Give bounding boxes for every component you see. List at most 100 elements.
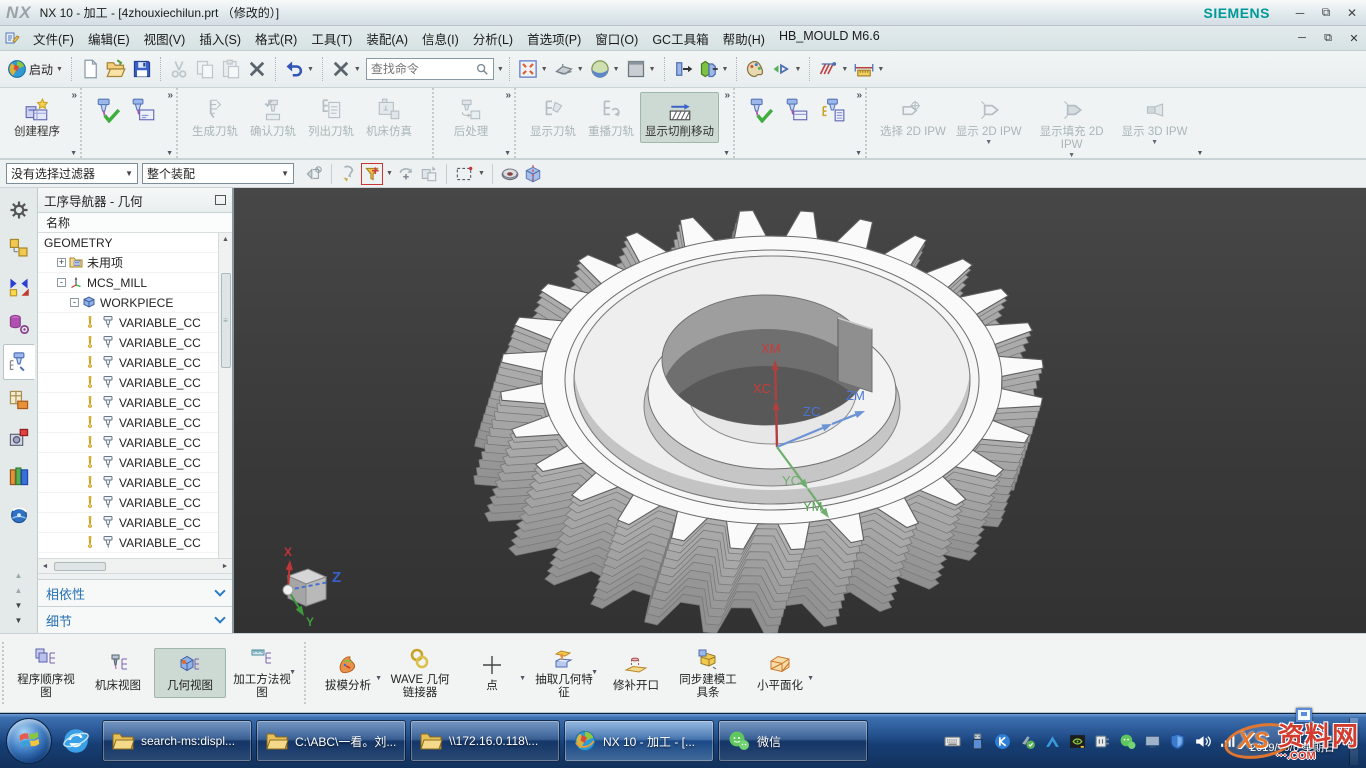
selection-filter-dropdown[interactable]: 没有选择过滤器▼ [6,163,138,184]
taskbar-button-4[interactable]: 微信 [718,720,868,762]
internet-explorer-button[interactable] [56,720,96,762]
menu-item-1[interactable]: 编辑(E) [81,27,137,50]
tree-row[interactable]: VARIABLE_CC [38,353,218,373]
cut-button[interactable] [166,56,192,82]
clip-box-icon[interactable] [523,164,543,184]
show-hide-button[interactable]: ▼ [768,56,804,82]
orient-view-button[interactable]: ▼ [551,56,587,82]
menu-item-2[interactable]: 视图(V) [137,27,193,50]
delete-button[interactable] [244,56,270,82]
fit-view-button[interactable]: ▼ [515,56,551,82]
view-button-vb-method[interactable]: 加工方法视图▼ [226,642,298,705]
start-button[interactable]: 启动▼ [4,56,66,82]
doc-close-button[interactable]: ✕ [1346,32,1362,45]
ribbon-button-workpiece-tool-win[interactable] [779,92,815,128]
resource-tab-operation-navigator[interactable] [3,344,35,380]
taskbar-button-3[interactable]: NX 10 - 加工 - [... [564,720,714,762]
scroll-right-icon[interactable]: ► [218,563,232,570]
ribbon-button-operations-list-tp[interactable]: 列出刀轨 [302,92,360,143]
plug-icon[interactable] [1094,733,1111,750]
tree-row[interactable]: VARIABLE_CC [38,413,218,433]
group-more-button[interactable]: ▼ [723,150,730,157]
tree-row[interactable]: VARIABLE_CC [38,533,218,553]
delete-alt-button[interactable]: ▼ [328,56,364,82]
close-button[interactable]: ✕ [1344,6,1360,20]
vertical-scrollbar[interactable]: ▲ ≡ [218,233,232,558]
analysis-section-button[interactable]: ▼ [815,56,851,82]
tree-expander[interactable]: + [57,258,66,267]
tree-row[interactable]: VARIABLE_CC [38,373,218,393]
group-overflow-button[interactable]: » [505,90,511,101]
dropdown-arrow-icon[interactable]: ▼ [613,66,620,73]
tree-row[interactable]: VARIABLE_CC [38,333,218,353]
ribbon-button-ipw-ipw-fill[interactable]: 显示填充 2D IPW▼ [1027,92,1117,163]
usb-safe-icon[interactable] [1019,733,1036,750]
command-search[interactable] [366,58,494,80]
menu-item-3[interactable]: 插入(S) [192,27,248,50]
menu-item-12[interactable]: 帮助(H) [716,27,772,50]
resource-tab-assembly-navigator[interactable] [3,230,35,266]
group-overflow-button[interactable]: » [167,90,173,101]
graphics-viewport[interactable]: XMXCZMZCYCYMXYZ [234,188,1366,633]
tree-row[interactable]: VARIABLE_CC [38,453,218,473]
section-dependencies[interactable]: 相依性 [38,579,232,606]
dropdown-arrow-icon[interactable]: ▼ [307,66,314,73]
scroll-up-icon[interactable]: ▲ [15,571,23,580]
start-button[interactable] [6,718,52,764]
kingsoft-icon[interactable] [994,733,1011,750]
resource-tab-constraint-navigator[interactable] [3,268,35,304]
tree-row[interactable]: VARIABLE_CC [38,313,218,333]
expand-down-icon[interactable]: ▼ [15,601,23,610]
ribbon-button-display-replay-tp[interactable]: 重播刀轨 [582,92,640,143]
move-face-button[interactable] [670,56,696,82]
horizontal-scrollbar[interactable]: ◄ ► [38,558,232,573]
dropdown-arrow-icon[interactable]: ▼ [591,669,598,676]
resource-tab-library[interactable] [3,458,35,494]
usb-icon[interactable] [969,733,986,750]
menu-item-7[interactable]: 信息(I) [415,27,466,50]
restore-button[interactable]: ⧉ [1318,5,1334,20]
taskbar-button-2[interactable]: \\172.16.0.118\... [410,720,560,762]
tree-row[interactable]: GEOMETRY [38,233,218,253]
tree-expander[interactable]: - [70,298,79,307]
group-more-button[interactable]: ▼ [1197,150,1204,157]
tree-row[interactable]: -MCS_MILL [38,273,218,293]
dropdown-arrow-icon[interactable]: ▼ [519,675,526,682]
copy-button[interactable] [192,56,218,82]
taskbar-clock[interactable]: 9: 2019/10/6 星期日 [1244,727,1341,755]
tree-row[interactable]: VARIABLE_CC [38,433,218,453]
view-button-vb-sync[interactable]: 同步建模工具条 [672,642,744,705]
doc-restore-button[interactable]: ⧉ [1320,32,1336,45]
taskbar-button-1[interactable]: C:\ABC\一看。刘... [256,720,406,762]
panel-restore-icon[interactable] [215,195,226,205]
rotate-point-icon[interactable] [396,164,416,184]
menu-item-8[interactable]: 分析(L) [466,27,520,50]
ribbon-button-display-show-tp[interactable]: 显示刀轨 [524,92,582,143]
dropdown-arrow-icon[interactable]: ▼ [478,170,485,177]
menu-item-4[interactable]: 格式(R) [248,27,304,50]
ribbon-button-insert-create-program[interactable]: 创建程序 [8,92,66,143]
view-button-vb-wave[interactable]: WAVE 几何链接器 [384,642,456,705]
input-indicator-icon[interactable] [1296,708,1312,722]
scroll-left-icon[interactable]: ◄ [38,563,52,570]
tree-row[interactable]: VARIABLE_CC [38,493,218,513]
tree-row[interactable]: -WORKPIECE [38,293,218,313]
taskbar-button-0[interactable]: search-ms:displ... [102,720,252,762]
dropdown-arrow-icon[interactable]: ▼ [354,66,361,73]
ribbon-button-ipw-ipw-select[interactable]: 选择 2D IPW [875,92,951,143]
dropdown-arrow-icon[interactable]: ▼ [1068,152,1075,159]
navigator-column-header[interactable]: 名称 [38,213,232,233]
group-overflow-button[interactable]: » [856,90,862,101]
open-button[interactable] [103,56,129,82]
resource-tab-machine-navigator[interactable] [3,382,35,418]
view-button-vb-point[interactable]: 点▼ [456,648,528,698]
resource-tab-process-assistant[interactable] [3,420,35,456]
window-button[interactable]: ▼ [623,56,659,82]
ribbon-button-post-post[interactable]: 后处理 [442,92,500,143]
menu-item-9[interactable]: 首选项(P) [520,27,588,50]
role-palette-button[interactable] [742,56,768,82]
security-shield-icon[interactable] [1169,733,1186,750]
dropdown-arrow-icon[interactable]: ▼ [1151,139,1158,146]
dropdown-arrow-icon[interactable]: ▼ [56,66,63,73]
view-button-vb-machine[interactable]: 机床视图 [82,648,154,698]
